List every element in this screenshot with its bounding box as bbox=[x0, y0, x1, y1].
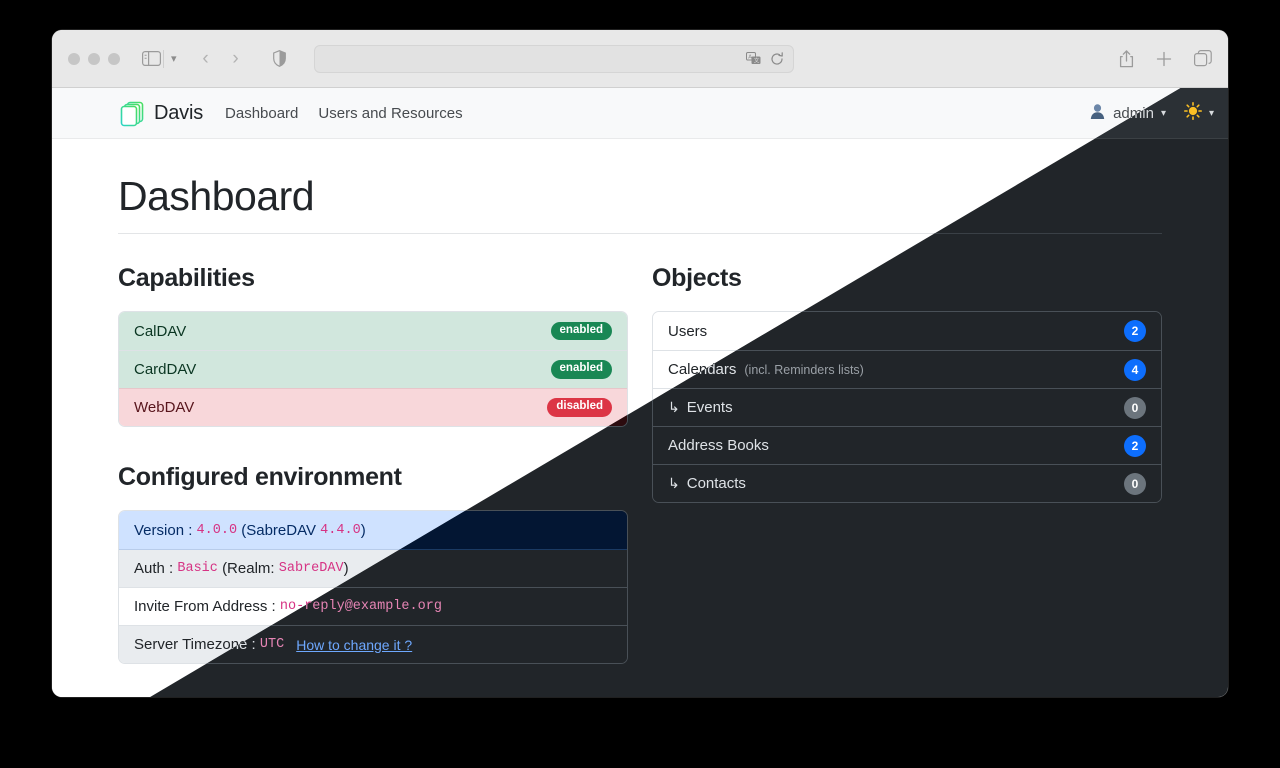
status-badge: enabled bbox=[550, 360, 612, 379]
app-navbar: Davis Dashboard Users and Resources admi… bbox=[52, 88, 1228, 139]
object-label: Address Books bbox=[668, 437, 769, 454]
environment-suffix-pre: (SabreDAV bbox=[241, 521, 316, 539]
timezone-help-link[interactable]: How to change it ? bbox=[296, 637, 412, 653]
status-badge: enabled bbox=[550, 321, 612, 341]
toolbar-right-group bbox=[1119, 49, 1212, 68]
capability-label: CalDAV bbox=[134, 322, 187, 340]
capabilities-title: Capabilities bbox=[118, 264, 255, 292]
theme-menu[interactable]: ▾ bbox=[1183, 102, 1214, 124]
user-bust-icon bbox=[1089, 103, 1106, 124]
object-label: Users bbox=[668, 322, 708, 340]
count-badge: 0 bbox=[1124, 396, 1146, 419]
environment-label: Version : bbox=[134, 521, 193, 539]
svg-text:文: 文 bbox=[753, 56, 759, 64]
object-row: Calendars (incl. Reminders lists) 4 bbox=[653, 350, 1161, 388]
nav-link-dashboard[interactable]: Dashboard bbox=[225, 105, 298, 122]
capability-row: CalDAV enabled bbox=[119, 312, 627, 350]
plus-icon[interactable] bbox=[1156, 51, 1172, 67]
maximize-window-button[interactable] bbox=[108, 52, 120, 65]
brand-name: Davis bbox=[154, 101, 204, 124]
capabilities-list: CalDAV enabled CardDAV enabled WebDAV bbox=[118, 311, 628, 427]
window-traffic-lights bbox=[68, 52, 120, 65]
forward-arrow-icon[interactable]: › bbox=[221, 48, 251, 70]
object-row: ↳ Contacts 0 bbox=[653, 464, 1161, 502]
chevron-down-icon[interactable]: ▾ bbox=[163, 49, 177, 68]
object-label: Contacts bbox=[686, 475, 746, 492]
status-badge: disabled bbox=[547, 398, 612, 417]
environment-suffix-value: 4.4.0 bbox=[320, 522, 361, 538]
browser-toolbar: ▾ ‹ › A 文 bbox=[52, 30, 1228, 88]
capability-row: CardDAV enabled bbox=[119, 350, 627, 388]
object-row: Address Books 2 bbox=[653, 426, 1161, 464]
nav-link-users-and-resources[interactable]: Users and Resources bbox=[318, 105, 462, 122]
reload-icon[interactable] bbox=[770, 51, 784, 66]
environment-suffix-value: SabreDAV bbox=[278, 561, 344, 576]
capability-label: CardDAV bbox=[134, 361, 197, 378]
chevron-down-icon: ▾ bbox=[1160, 107, 1166, 119]
environment-suffix-post: ) bbox=[360, 521, 366, 539]
page-viewport: Davis Dashboard Users and Resources admi… bbox=[52, 88, 1228, 697]
object-label: Events bbox=[686, 399, 733, 416]
environment-label: Auth : bbox=[134, 560, 174, 577]
sub-item-arrow-icon: ↳ bbox=[668, 399, 680, 415]
back-arrow-icon[interactable]: ‹ bbox=[191, 48, 221, 70]
address-bar[interactable]: A 文 bbox=[313, 44, 794, 73]
privacy-shield-icon[interactable] bbox=[272, 50, 286, 67]
translate-icon[interactable]: A 文 bbox=[745, 52, 761, 65]
sun-icon bbox=[1183, 102, 1202, 124]
count-badge: 0 bbox=[1124, 472, 1146, 495]
share-icon[interactable] bbox=[1119, 49, 1134, 68]
sidebar-icon[interactable] bbox=[142, 51, 161, 66]
davis-logo-icon bbox=[118, 100, 145, 127]
object-row: ↳ Events 0 bbox=[653, 388, 1161, 426]
environment-value: UTC bbox=[259, 637, 285, 652]
browser-window: ▾ ‹ › A 文 Davis Dashboard Users and Reso… bbox=[52, 30, 1228, 697]
chevron-down-icon: ▾ bbox=[1208, 107, 1214, 119]
capability-row: WebDAV disabled bbox=[119, 388, 627, 426]
minimize-window-button[interactable] bbox=[88, 52, 100, 65]
environment-label: Invite From Address : bbox=[134, 598, 276, 615]
brand[interactable]: Davis bbox=[118, 100, 203, 127]
count-badge: 2 bbox=[1124, 320, 1146, 342]
environment-suffix-pre: (Realm: bbox=[222, 560, 275, 577]
capability-label: WebDAV bbox=[134, 399, 195, 416]
tab-overview-icon[interactable] bbox=[1194, 50, 1212, 67]
count-badge: 2 bbox=[1124, 434, 1146, 457]
environment-value: 4.0.0 bbox=[196, 522, 238, 538]
object-note: (incl. Reminders lists) bbox=[744, 362, 864, 377]
environment-suffix-post: ) bbox=[343, 560, 349, 577]
sub-item-arrow-icon: ↳ bbox=[668, 475, 680, 491]
close-window-button[interactable] bbox=[68, 52, 80, 65]
count-badge: 4 bbox=[1124, 358, 1146, 381]
environment-value: Basic bbox=[177, 561, 218, 576]
